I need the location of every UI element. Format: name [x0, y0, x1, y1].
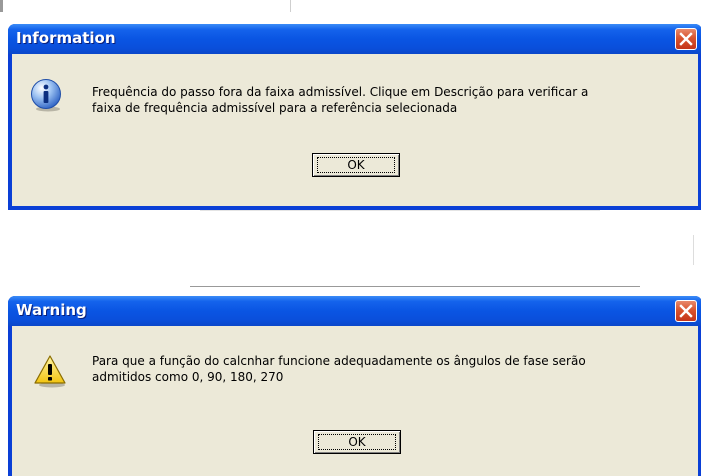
dialog-title: Warning [16, 301, 87, 319]
screen: Information Frequência do passo fora da … [0, 0, 701, 476]
ok-button-label: OK [347, 158, 365, 172]
dialog-titlebar[interactable]: Warning [8, 296, 701, 326]
message-line: Para que a função do calcnhar funcione a… [92, 354, 586, 368]
ok-button-label: OK [348, 435, 366, 449]
information-dialog: Information Frequência do passo fora da … [8, 24, 701, 210]
ok-button[interactable]: OK [313, 430, 401, 454]
info-icon [30, 78, 64, 112]
background-divider [190, 286, 640, 287]
message-line: Frequência do passo fora da faixa admiss… [92, 85, 589, 99]
dialog-message: Para que a função do calcnhar funcione a… [92, 353, 586, 385]
background-divider [290, 0, 291, 12]
dialog-titlebar[interactable]: Information [8, 24, 701, 54]
background-divider [0, 0, 3, 12]
dialog-title: Information [16, 29, 116, 47]
close-button[interactable] [675, 300, 697, 322]
message-line: faixa de frequência admissível para a re… [92, 101, 458, 115]
background-divider [693, 235, 694, 265]
dialog-message: Frequência do passo fora da faixa admiss… [92, 84, 588, 116]
dialog-body: Para que a função do calcnhar funcione a… [12, 326, 698, 476]
ok-button[interactable]: OK [312, 153, 400, 177]
warning-icon [34, 354, 68, 388]
message-line: admitidos como 0, 90, 180, 270 [92, 370, 284, 384]
close-button[interactable] [675, 28, 697, 50]
background-divider [200, 210, 600, 211]
dialog-body: Frequência do passo fora da faixa admiss… [12, 54, 698, 206]
warning-dialog: Warning Para que a função do calcnhar fu… [8, 296, 701, 476]
